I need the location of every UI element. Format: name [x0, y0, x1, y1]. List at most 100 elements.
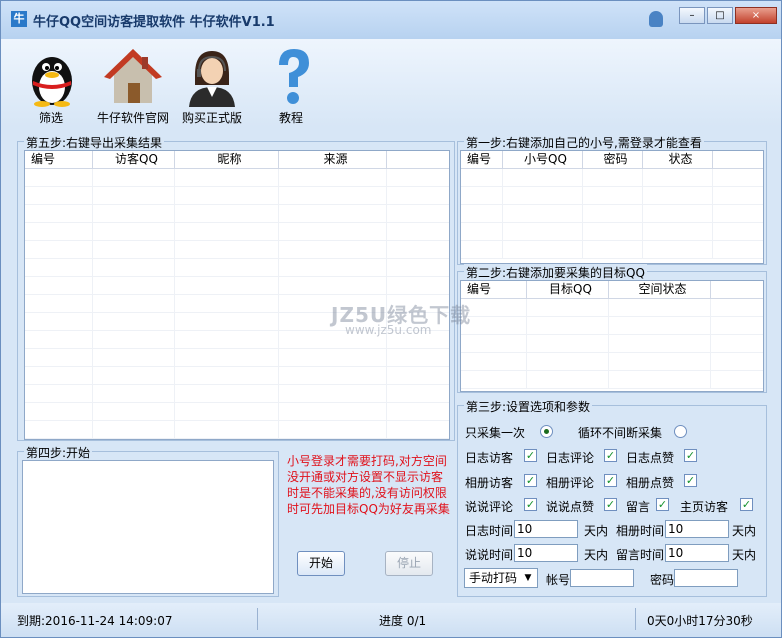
empty-row — [461, 335, 763, 353]
results-table[interactable]: 编号 访客QQ 昵称 来源 — [24, 150, 450, 440]
col-visitor-qq[interactable]: 访客QQ — [93, 151, 175, 168]
log-time-input[interactable]: 10 — [514, 520, 578, 538]
app-icon: 牛 — [11, 11, 27, 27]
col-password[interactable]: 密码 — [583, 151, 643, 168]
empty-row — [25, 367, 449, 385]
check-label: 说说点赞 — [546, 500, 595, 514]
empty-row — [461, 317, 763, 335]
only-once-radio[interactable] — [540, 425, 553, 438]
house-icon — [102, 45, 164, 107]
album-time-label: 相册时间 — [616, 524, 665, 538]
maximize-button[interactable]: □ — [707, 7, 733, 24]
minimize-button[interactable]: – — [679, 7, 705, 24]
empty-row — [25, 223, 449, 241]
tutorial-label: 教程 — [278, 111, 303, 125]
album-visitor-checkbox[interactable]: ✓ — [524, 474, 537, 487]
step2-group: 第二步:右键添加要采集的目标QQ 编号 目标QQ 空间状态 — [457, 264, 767, 393]
password-input[interactable] — [674, 569, 738, 587]
accounts-table-header: 编号 小号QQ 密码 状态 — [461, 151, 763, 169]
log-time-label: 日志时间 — [465, 524, 514, 538]
homepage-visitor-checkbox[interactable]: ✓ — [740, 498, 753, 511]
results-table-header: 编号 访客QQ 昵称 来源 — [25, 151, 449, 169]
accounts-table[interactable]: 编号 小号QQ 密码 状态 — [460, 150, 764, 264]
filter-label: 筛选 — [38, 111, 63, 125]
empty-row — [25, 187, 449, 205]
expiry-text: 到期:2016-11-24 14:09:07 — [17, 614, 173, 628]
status-bar: 到期:2016-11-24 14:09:07 进度 0/1 0天0小时17分30… — [1, 603, 781, 637]
check-label: 日志点赞 — [626, 451, 675, 465]
skin-icon[interactable] — [649, 11, 663, 27]
col-id[interactable]: 编号 — [461, 281, 527, 298]
targets-table[interactable]: 编号 目标QQ 空间状态 — [460, 280, 764, 392]
step1-title: 第一步:右键添加自己的小号,需登录才能查看 — [464, 134, 704, 151]
step5-title: 第五步:右键导出采集结果 — [24, 134, 165, 151]
shuoshuo-comment-checkbox[interactable]: ✓ — [524, 498, 537, 511]
col-id[interactable]: 编号 — [461, 151, 503, 168]
filter-tool[interactable]: 筛选 — [21, 45, 81, 126]
step4-title: 第四步:开始 — [24, 444, 93, 461]
targets-table-header: 编号 目标QQ 空间状态 — [461, 281, 763, 299]
empty-row — [461, 223, 763, 241]
start-button[interactable]: 开始 — [297, 551, 345, 576]
blog-comment-checkbox[interactable]: ✓ — [604, 449, 617, 462]
tutorial-tool[interactable]: 教程 — [261, 45, 321, 126]
col-target-qq[interactable]: 目标QQ — [527, 281, 609, 298]
message-time-input[interactable]: 10 — [665, 544, 729, 562]
empty-row — [25, 421, 449, 439]
album-like-checkbox[interactable]: ✓ — [684, 474, 697, 487]
days-unit: 天内 — [732, 548, 757, 562]
captcha-mode-value: 手动打码 — [469, 571, 518, 585]
captcha-mode-select[interactable]: 手动打码 ▼ — [464, 568, 538, 588]
check-label: 日志评论 — [546, 451, 595, 465]
message-checkbox[interactable]: ✓ — [656, 498, 669, 511]
question-mark-icon — [261, 45, 323, 107]
support-person-icon — [181, 45, 243, 107]
step3-group: 第三步:设置选项和参数 只采集一次 循环不间断采集 日志访客 ✓ 日志评论 ✓ … — [457, 398, 767, 597]
album-time-input[interactable]: 10 — [665, 520, 729, 538]
password-label: 密码 — [650, 573, 675, 587]
col-space-status[interactable]: 空间状态 — [609, 281, 711, 298]
col-id[interactable]: 编号 — [25, 151, 93, 168]
watermark-url: www.jz5u.com — [345, 323, 432, 337]
empty-row — [461, 371, 763, 389]
website-tool[interactable]: 牛仔软件官网 — [95, 45, 171, 126]
only-once-label: 只采集一次 — [465, 426, 526, 440]
buy-tool[interactable]: 购买正式版 — [179, 45, 245, 126]
empty-row — [25, 403, 449, 421]
days-unit: 天内 — [732, 524, 757, 538]
close-button[interactable]: × — [735, 7, 777, 24]
col-nickname[interactable]: 昵称 — [175, 151, 279, 168]
shuoshuo-like-checkbox[interactable]: ✓ — [604, 498, 617, 511]
log-box[interactable] — [22, 460, 274, 594]
empty-row — [25, 385, 449, 403]
toolbar: 筛选 牛仔软件官网 购买正式版 教程 — [1, 39, 781, 127]
step1-group: 第一步:右键添加自己的小号,需登录才能查看 编号 小号QQ 密码 状态 — [457, 134, 767, 265]
album-comment-checkbox[interactable]: ✓ — [604, 474, 617, 487]
col-status[interactable]: 状态 — [643, 151, 713, 168]
check-label: 说说评论 — [465, 500, 514, 514]
empty-row — [461, 205, 763, 223]
shuoshuo-time-input[interactable]: 10 — [514, 544, 578, 562]
window-title: 牛仔QQ空间访客提取软件 牛仔软件V1.1 — [33, 15, 275, 30]
empty-row — [461, 187, 763, 205]
empty-row — [25, 277, 449, 295]
blog-like-checkbox[interactable]: ✓ — [684, 449, 697, 462]
empty-row — [25, 205, 449, 223]
blog-visitor-checkbox[interactable]: ✓ — [524, 449, 537, 462]
stop-button[interactable]: 停止 — [385, 551, 433, 576]
empty-row — [461, 241, 763, 259]
loop-radio[interactable] — [674, 425, 687, 438]
step5-group: 第五步:右键导出采集结果 编号 访客QQ 昵称 来源 — [17, 134, 455, 441]
check-label: 留言 — [626, 500, 651, 514]
buy-label: 购买正式版 — [181, 111, 242, 125]
account-input[interactable] — [570, 569, 634, 587]
col-source[interactable]: 来源 — [279, 151, 387, 168]
col-account-qq[interactable]: 小号QQ — [503, 151, 583, 168]
empty-row — [25, 349, 449, 367]
empty-row — [25, 169, 449, 187]
step3-title: 第三步:设置选项和参数 — [464, 398, 593, 415]
step2-title: 第二步:右键添加要采集的目标QQ — [464, 264, 647, 281]
empty-row — [461, 169, 763, 187]
penguin-icon — [21, 45, 83, 107]
empty-row — [25, 259, 449, 277]
